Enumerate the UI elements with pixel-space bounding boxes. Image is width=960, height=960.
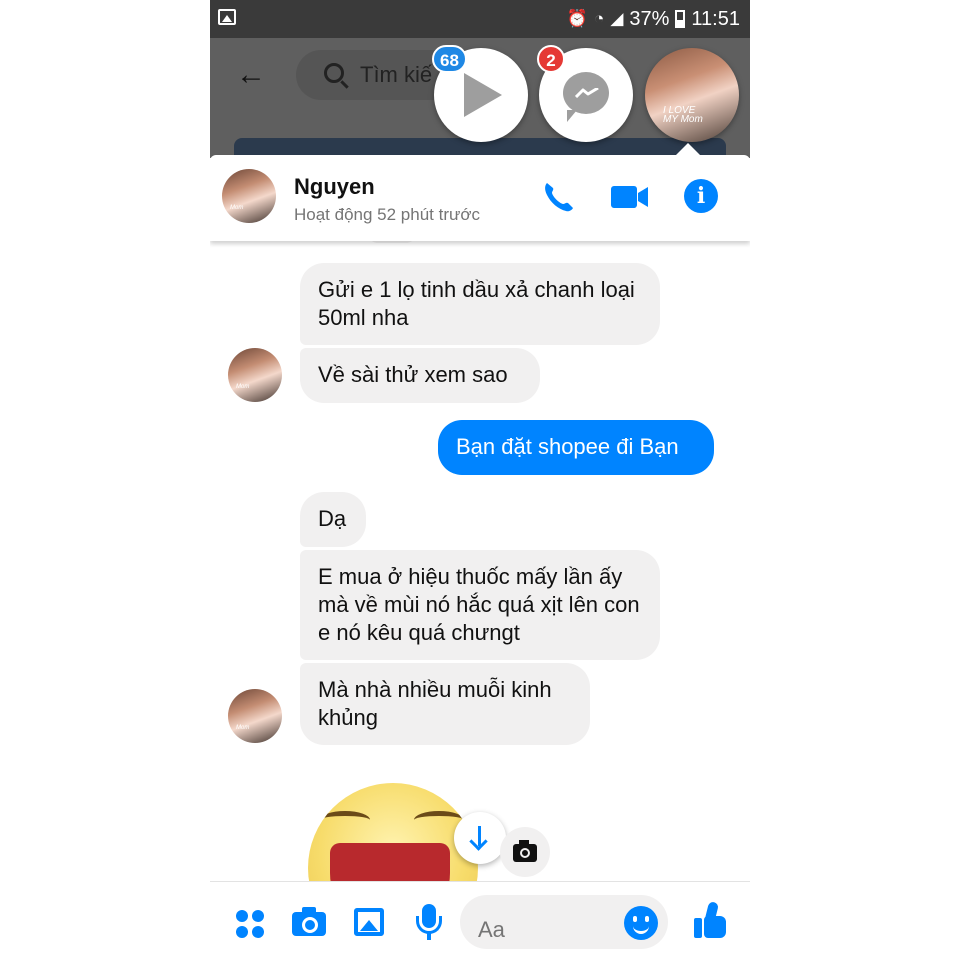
image-icon <box>354 908 384 936</box>
voice-call-button[interactable] <box>538 177 578 217</box>
status-icons: ⏰ ◔ ◢ 37% 11:51 <box>567 7 740 31</box>
avatar-caption-art: I LOVE MY Mom <box>663 105 703 125</box>
sender-avatar[interactable]: Mom <box>228 689 282 743</box>
signal-icon: ◢ <box>610 9 624 28</box>
message-incoming[interactable]: Dạ <box>300 492 366 547</box>
battery-icon <box>675 10 686 28</box>
grid-dot-icon <box>236 910 248 922</box>
conversation-header: Mom Nguyen Hoạt động 52 phút trước i <box>210 143 750 241</box>
emoji-button[interactable] <box>624 906 658 940</box>
avatar-caption-art: Mom <box>236 384 250 390</box>
camera-icon <box>513 840 537 862</box>
clock: 11:51 <box>691 7 740 30</box>
camera-icon <box>292 907 326 936</box>
message-thread: Gửi e 1 lọ tinh dầu xả chanh loại 50ml n… <box>210 233 750 953</box>
messenger-unread-badge: 2 <box>537 45 565 73</box>
voice-message-button[interactable] <box>410 902 450 942</box>
more-actions-button[interactable] <box>232 902 272 942</box>
like-button[interactable] <box>692 901 732 942</box>
microphone-foot <box>427 933 431 940</box>
info-icon: i <box>684 179 718 213</box>
thumbs-up-palm <box>704 916 726 938</box>
contact-avatar[interactable]: Mom <box>222 169 276 223</box>
message-incoming[interactable]: Về sài thử xem sao <box>300 348 540 403</box>
photo-camera-button[interactable] <box>500 827 550 877</box>
message-incoming[interactable]: E mua ở hiệu thuốc mấy lần ấy mà về mùi … <box>300 550 660 660</box>
grid-dot-icon <box>252 926 264 938</box>
scroll-to-bottom-button[interactable] <box>454 812 506 864</box>
status-bar: ⏰ ◔ ◢ 37% 11:51 <box>210 0 750 38</box>
grid-dot-icon <box>236 926 248 938</box>
video-call-button[interactable] <box>610 177 650 217</box>
sender-avatar[interactable]: Mom <box>228 348 282 402</box>
gallery-button[interactable] <box>350 902 390 942</box>
thumbs-up-icon <box>694 918 702 938</box>
gallery-notification-icon <box>218 9 236 25</box>
wifi-icon: ◔ <box>594 9 605 28</box>
message-incoming[interactable]: Gửi e 1 lọ tinh dầu xả chanh loại 50ml n… <box>300 263 660 345</box>
active-status: Hoạt động 52 phút trước <box>294 205 481 224</box>
grid-dot-icon <box>252 910 264 922</box>
emoji-eye <box>320 811 370 829</box>
play-icon <box>464 73 502 117</box>
user-chat-head[interactable]: I LOVE MY Mom <box>645 48 739 142</box>
message-composer <box>210 881 750 960</box>
search-placeholder: Tìm kiế <box>360 62 433 87</box>
avatar-caption-art: Mom <box>236 725 250 731</box>
search-icon <box>324 63 344 83</box>
video-unread-badge: 68 <box>432 45 467 73</box>
info-button[interactable]: i <box>682 177 722 217</box>
microphone-stand <box>416 916 442 934</box>
phone-icon <box>545 183 573 212</box>
back-arrow-icon[interactable]: ← <box>236 58 266 92</box>
avatar-caption-art: Mom <box>230 205 244 211</box>
messenger-bolt-icon <box>575 88 599 98</box>
camera-button[interactable] <box>290 902 330 942</box>
phone-screen: ⏰ ◔ ◢ 37% 11:51 ← Tìm kiế 68 2 I LOVE MY … <box>210 0 750 960</box>
message-outgoing[interactable]: Bạn đặt shopee đi Bạn <box>438 420 714 475</box>
alarm-icon: ⏰ <box>566 9 589 28</box>
battery-percent: 37% <box>629 7 670 30</box>
video-camera-icon <box>611 186 648 208</box>
message-incoming[interactable]: Mà nhà nhiều muỗi kinh khủng <box>300 663 590 745</box>
arrow-down-icon <box>478 826 481 846</box>
contact-name[interactable]: Nguyen <box>294 174 375 200</box>
